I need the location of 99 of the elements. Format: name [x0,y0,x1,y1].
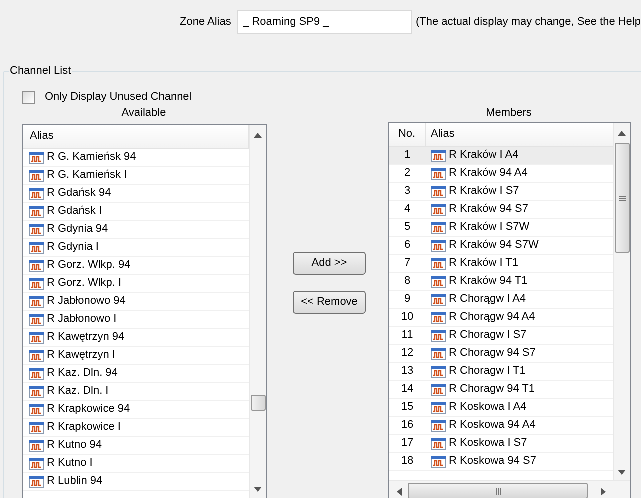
channel-name[interactable]: R Lublin 94 [47,473,103,490]
channel-name[interactable]: R Kaz. Dln. I [47,383,109,400]
channel-name[interactable]: R Gdynia 94 [47,221,108,238]
channel-icon [431,438,446,450]
channel-name[interactable]: R Kawętrzyn I [47,347,116,364]
channel-name[interactable]: R Gdynia I [47,239,99,256]
channel-icon [29,368,44,380]
channel-name[interactable]: R Kawętrzyn 94 [47,329,125,346]
help-note: (The actual display may change, See the Help [416,14,641,30]
channel-name[interactable]: R G. Kamieńsk I [47,167,128,184]
member-row[interactable]: 17 R Koskowa I S7 [389,435,613,453]
zone-alias-field[interactable]: _ Roaming SP9 _ [237,10,412,34]
channel-icon [29,476,44,488]
channel-icon [29,314,44,326]
member-row[interactable]: 4 R Kraków 94 S7 [389,201,613,219]
grip-icon [619,196,626,200]
channel-name[interactable]: R Kaz. Dln. 94 [47,365,118,382]
grip-icon [496,488,500,494]
member-row[interactable]: 18 R Koskowa 94 S7 [389,453,613,471]
member-row[interactable]: 8 R Kraków 94 T1 [389,273,613,291]
channel-icon [29,224,44,236]
channel-icon [431,276,446,288]
channel-icon [29,332,44,344]
channel-icon [431,168,446,180]
channel-icon [431,150,446,162]
member-row[interactable]: 10 R Chorągw 94 A4 [389,309,613,327]
scrollbar-thumb[interactable] [408,483,588,498]
list-title: Members [485,106,533,121]
list-title: Available [120,106,168,121]
channel-name[interactable]: R G. Kamieńsk 94 [47,149,136,166]
channel-name[interactable]: R Kutno 94 [47,437,102,454]
member-row[interactable]: 13 R Choragw I T1 [389,363,613,381]
channel-icon [29,278,44,290]
channel-icon [431,204,446,216]
member-row[interactable]: 14 R Choragw 94 T1 [389,381,613,399]
scroll-up-icon[interactable] [618,131,626,136]
channel-icon [29,170,44,182]
horizontal-scrollbar[interactable] [389,480,630,498]
channel-icon [431,222,446,234]
channel-icon [431,420,446,432]
channel-icon [431,366,446,378]
channel-name[interactable]: R Krapkowice I [47,419,121,436]
channel-icon [29,260,44,272]
scroll-down-icon[interactable] [254,487,262,492]
member-row[interactable]: 12 R Choragw 94 S7 [389,345,613,363]
member-row[interactable]: 5 R Kraków I S7W [389,219,613,237]
channel-name[interactable]: R Kutno I [47,455,93,472]
channel-icon [431,384,446,396]
channel-name[interactable]: R Krapkowice 94 [47,401,130,418]
channel-icon [29,422,44,434]
scrollbar-thumb[interactable] [251,395,266,411]
channel-icon [431,402,446,414]
channel-icon [431,348,446,360]
zone-alias-label: Zone Alias [180,14,232,30]
member-row[interactable]: 11 R Choragw I S7 [389,327,613,345]
channel-icon [29,440,44,452]
channel-name[interactable]: R Jabłonowo I [47,311,117,328]
scroll-up-icon[interactable] [254,133,262,138]
channel-icon [431,186,446,198]
channel-icon [29,152,44,164]
channel-icon [29,386,44,398]
remove-button[interactable]: << Remove [293,291,366,314]
channel-icon [29,206,44,218]
member-row[interactable]: 3 R Kraków I S7 [389,183,613,201]
channel-icon [431,312,446,324]
member-row[interactable]: 16 R Koskowa 94 A4 [389,417,613,435]
scroll-left-icon[interactable] [397,488,402,496]
channel-name[interactable]: R Jabłonowo 94 [47,293,126,310]
checkbox[interactable] [22,90,35,104]
scroll-right-icon[interactable] [601,488,606,496]
channel-icon [29,188,44,200]
add-button[interactable]: Add >> [293,252,366,275]
column-header[interactable]: No. [389,123,426,146]
channel-icon [29,404,44,416]
channel-icon [29,242,44,254]
channel-icon [431,240,446,252]
checkbox-label: Only Display Unused Channel [45,90,192,105]
channel-icon [29,458,44,470]
scroll-down-icon[interactable] [618,470,626,475]
channel-icon [431,456,446,468]
member-row[interactable]: 6 R Kraków 94 S7W [389,237,613,255]
member-row[interactable]: 9 R Chorągw I A4 [389,291,613,309]
column-header[interactable]: Alias [426,123,613,146]
vertical-scrollbar[interactable] [613,123,630,481]
vertical-scrollbar[interactable] [249,125,266,498]
channel-icon [29,296,44,308]
channel-icon [29,350,44,362]
scrollbar-thumb[interactable] [615,143,630,253]
member-row[interactable]: 7 R Kraków I T1 [389,255,613,273]
channel-icon [431,258,446,270]
channel-name[interactable]: R Gdańsk 94 [47,185,112,202]
member-row[interactable]: 1 R Kraków I A4 [389,147,613,165]
channel-icon [431,330,446,342]
member-row[interactable]: 2 R Kraków 94 A4 [389,165,613,183]
channel-name[interactable]: R Gorz. Wlkp. I [47,275,122,292]
channel-name[interactable]: R Gdańsk I [47,203,102,220]
member-row[interactable]: 15 R Koskowa I A4 [389,399,613,417]
channel-icon [431,294,446,306]
channel-name[interactable]: R Gorz. Wlkp. 94 [47,257,131,274]
